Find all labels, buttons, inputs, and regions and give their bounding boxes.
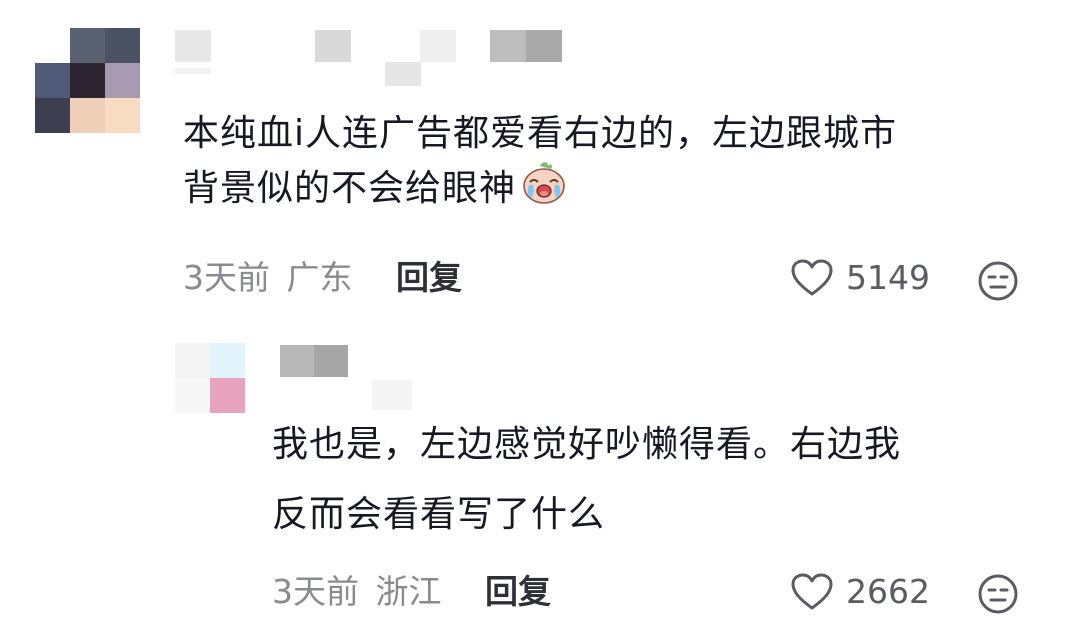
comment-line: 我也是，左边感觉好吵懒得看。右边我 [272, 424, 902, 465]
timestamp: 3天前 [183, 258, 270, 297]
like-count: 2662 [846, 572, 930, 611]
comment-line: 本纯血i人连广告都爱看右边的，左边跟城市 [183, 113, 898, 154]
comment-text: 本纯血i人连广告都爱看右边的，左边跟城市 背景似的不会给眼神 [183, 110, 897, 219]
heart-outline-icon[interactable] [790, 258, 834, 302]
meh-face-icon[interactable] [976, 572, 1020, 620]
timestamp: 3天前 [272, 572, 359, 611]
comment-line: 背景似的不会给眼神 [183, 158, 897, 219]
crying-laughing-face-icon [520, 158, 568, 219]
location: 浙江 [375, 572, 442, 611]
comment-meta: 3天前 广东 [183, 258, 353, 298]
avatar[interactable] [35, 28, 140, 133]
like-count: 5149 [846, 258, 930, 297]
reply-button[interactable]: 回复 [396, 258, 462, 298]
reply-button[interactable]: 回复 [485, 572, 551, 612]
comment-text: 我也是，左边感觉好吵懒得看。右边我 反而会看看写了什么 [272, 421, 901, 539]
meh-face-icon[interactable] [976, 259, 1020, 307]
heart-outline-icon[interactable] [790, 572, 834, 616]
avatar[interactable] [175, 343, 245, 413]
location: 广东 [286, 258, 353, 297]
comment-line: 反而会看看写了什么 [272, 494, 606, 535]
comment-meta: 3天前 浙江 [272, 572, 442, 612]
